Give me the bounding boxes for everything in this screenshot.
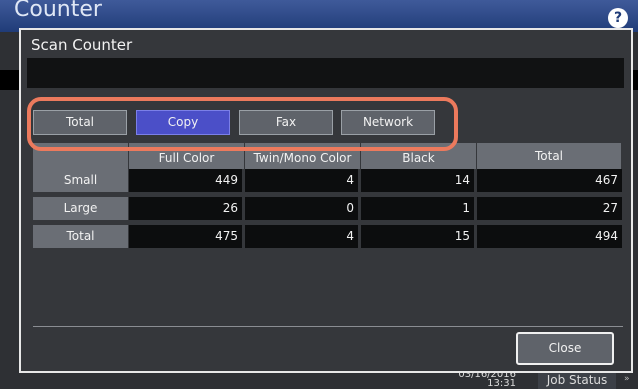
help-icon[interactable]: ? xyxy=(608,8,628,28)
app-title: Counter xyxy=(14,0,102,22)
scan-counter-dialog: Scan Counter Total Copy Fax Network Full… xyxy=(19,28,633,373)
table-cell: 4 xyxy=(245,169,358,192)
table-cell: 0 xyxy=(245,197,358,220)
chevron-right-icon: » xyxy=(624,374,630,384)
row-label-small: Small xyxy=(33,169,128,192)
table-cell: 27 xyxy=(477,197,622,220)
time-text: 13:31 xyxy=(487,378,516,389)
backdrop-panel-left xyxy=(0,70,20,90)
table-cell: 15 xyxy=(361,225,474,248)
tab-highlight-annotation xyxy=(27,97,458,151)
table-cell: 467 xyxy=(477,169,622,192)
row-label-total: Total xyxy=(33,225,128,248)
table-cell: 1 xyxy=(361,197,474,220)
table-cell: 494 xyxy=(477,225,622,248)
info-strip xyxy=(27,58,624,88)
table-cell: 475 xyxy=(129,225,242,248)
table-cell: 26 xyxy=(129,197,242,220)
row-label-large: Large xyxy=(33,197,128,220)
job-status-button[interactable]: Job Status xyxy=(538,371,616,389)
column-header-total: Total xyxy=(477,143,622,169)
table-cell: 14 xyxy=(361,169,474,192)
table-cell: 4 xyxy=(245,225,358,248)
divider xyxy=(33,326,623,327)
close-button[interactable]: Close xyxy=(516,332,614,365)
table-cell: 449 xyxy=(129,169,242,192)
dialog-title: Scan Counter xyxy=(31,36,133,54)
